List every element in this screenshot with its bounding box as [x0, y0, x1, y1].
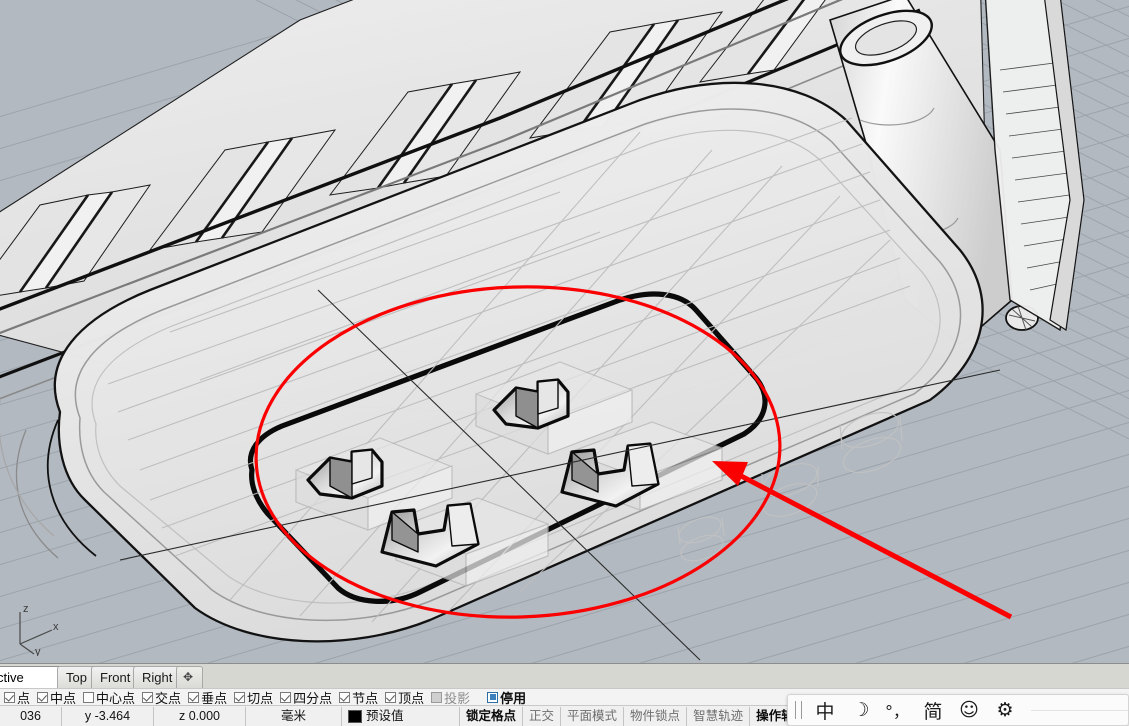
layer-color-swatch[interactable] — [348, 710, 362, 723]
osnap-label: 点 — [17, 690, 31, 706]
moon-icon[interactable]: ☽ — [848, 697, 874, 723]
status-toggle-3[interactable]: 物件锁点 — [624, 707, 688, 726]
checkbox-filled-icon[interactable] — [487, 691, 499, 703]
viewport-tab-right[interactable]: Right — [133, 666, 181, 688]
axis-label-y: y — [35, 646, 41, 656]
ime-drag-handle[interactable] — [795, 701, 802, 719]
annotation-layer — [254, 285, 1013, 620]
gear-icon[interactable]: ⚙ — [992, 697, 1018, 723]
checkbox-icon[interactable] — [142, 691, 154, 703]
checkbox-icon[interactable] — [83, 691, 95, 703]
checkbox-icon[interactable] — [234, 691, 246, 703]
osnap-label: 四分点 — [293, 690, 333, 706]
punctuation-mode-icon[interactable]: °， — [884, 697, 910, 723]
emoji-icon[interactable]: ☺ — [956, 697, 982, 723]
osnap-item-8[interactable]: 顶点 — [385, 688, 424, 707]
viewport-tab-front[interactable]: Front — [91, 666, 139, 688]
viewport-tab-bar[interactable]: spectiveTopFrontRight✥ — [0, 663, 1129, 689]
checkbox-icon[interactable] — [37, 691, 49, 703]
checkbox-icon[interactable] — [280, 691, 292, 703]
axis-gizmo: z x y — [19, 603, 59, 656]
perspective-viewport[interactable]: z x y — [0, 0, 1129, 663]
current-layer[interactable]: 预设值 — [342, 707, 460, 726]
checkbox-icon[interactable] — [385, 691, 397, 703]
status-toggle-2[interactable]: 平面模式 — [561, 707, 625, 726]
osnap-label: 中心点 — [96, 690, 136, 706]
axis-label-x: x — [53, 621, 59, 633]
checkbox-icon[interactable] — [4, 691, 15, 703]
osnap-item-9[interactable]: 投影 — [431, 688, 470, 707]
osnap-label: 投影 — [444, 690, 471, 706]
osnap-item-2[interactable]: 中心点 — [83, 688, 135, 707]
ime-divider — [1031, 709, 1128, 711]
checkbox-icon[interactable] — [431, 691, 443, 703]
highlight-ellipse — [254, 285, 782, 619]
simplified-chinese-icon[interactable]: 简 — [920, 697, 946, 723]
coord-z: z 0.000 — [154, 707, 246, 726]
osnap-disable-label: 停用 — [500, 690, 527, 706]
osnap-label: 节点 — [352, 690, 379, 706]
osnap-label: 垂点 — [201, 690, 228, 706]
ime-floating-bar[interactable]: 中 ☽ °， 简 ☺ ⚙ — [787, 694, 1129, 726]
osnap-label: 中点 — [50, 690, 77, 706]
layer-name: 预设值 — [366, 709, 404, 723]
osnap-item-6[interactable]: 四分点 — [280, 688, 332, 707]
osnap-item-1[interactable]: 中点 — [37, 688, 76, 707]
osnap-label: 交点 — [155, 690, 182, 706]
status-toggle-0[interactable]: 锁定格点 — [460, 707, 524, 726]
osnap-item-4[interactable]: 垂点 — [188, 688, 227, 707]
osnap-item-5[interactable]: 切点 — [234, 688, 273, 707]
rhino-window: z x y spectiveTopFrontRight✥ 点 中点 中心点 交点 垂点 切… — [0, 0, 1129, 726]
coord-x: 036 — [0, 707, 62, 726]
status-toggle-4[interactable]: 智慧轨迹 — [687, 707, 751, 726]
units-indicator[interactable]: 毫米 — [246, 707, 342, 726]
callout-arrow — [712, 461, 1013, 620]
coord-y: y -3.464 — [62, 707, 154, 726]
checkbox-icon[interactable] — [339, 691, 351, 703]
osnap-disable-toggle[interactable]: 停用 — [487, 688, 526, 707]
osnap-label: 切点 — [247, 690, 274, 706]
osnap-item-3[interactable]: 交点 — [142, 688, 181, 707]
axis-label-z: z — [23, 603, 29, 615]
viewport-tab-add-icon[interactable]: ✥ — [176, 666, 203, 688]
checkbox-icon[interactable] — [188, 691, 200, 703]
osnap-item-0[interactable]: 点 — [4, 688, 30, 707]
status-toggle-1[interactable]: 正交 — [523, 707, 562, 726]
osnap-item-7[interactable]: 节点 — [339, 688, 378, 707]
language-mode-chinese[interactable]: 中 — [812, 697, 838, 723]
osnap-label: 顶点 — [398, 690, 425, 706]
viewport-tab-spective[interactable]: spective — [0, 666, 62, 688]
